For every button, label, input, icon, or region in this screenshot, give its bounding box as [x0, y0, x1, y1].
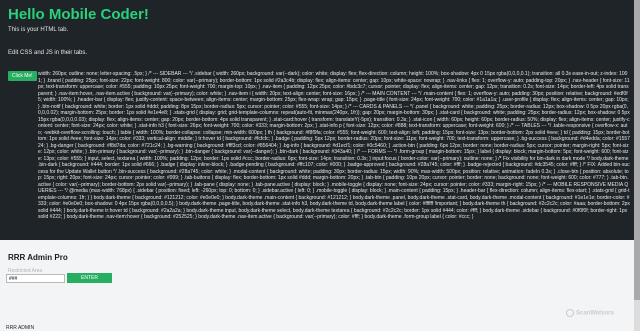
css-text-output: width: 260px; outline: none; letter-spac…	[38, 71, 630, 220]
html-preview-pane: Hello Mobile Coder! This is your HTML ta…	[0, 0, 634, 240]
enter-button[interactable]: ENTER	[67, 273, 112, 283]
admin-title: RRR Admin Pro	[8, 253, 68, 262]
preview-heading: Hello Mobile Coder!	[8, 6, 149, 23]
click-me-button[interactable]: Click Me!	[8, 71, 37, 81]
admin-login-panel: RRR Admin Pro Restricted Area ENTER RRR …	[0, 240, 634, 331]
watermark-icon	[566, 309, 574, 317]
watermark-logo: ScanWatsora	[566, 309, 614, 317]
vertical-scrollbar[interactable]	[634, 0, 640, 331]
admin-password-input[interactable]	[6, 274, 65, 283]
preview-intro-text: This is your HTML tab.	[8, 27, 69, 33]
scrollbar-thumb[interactable]	[634, 0, 640, 300]
preview-instruction-text: Edit CSS and JS in their tabs.	[8, 50, 88, 56]
admin-footer-label: RRR ADMIN	[6, 325, 35, 331]
watermark-text: ScanWatsora	[576, 310, 614, 317]
